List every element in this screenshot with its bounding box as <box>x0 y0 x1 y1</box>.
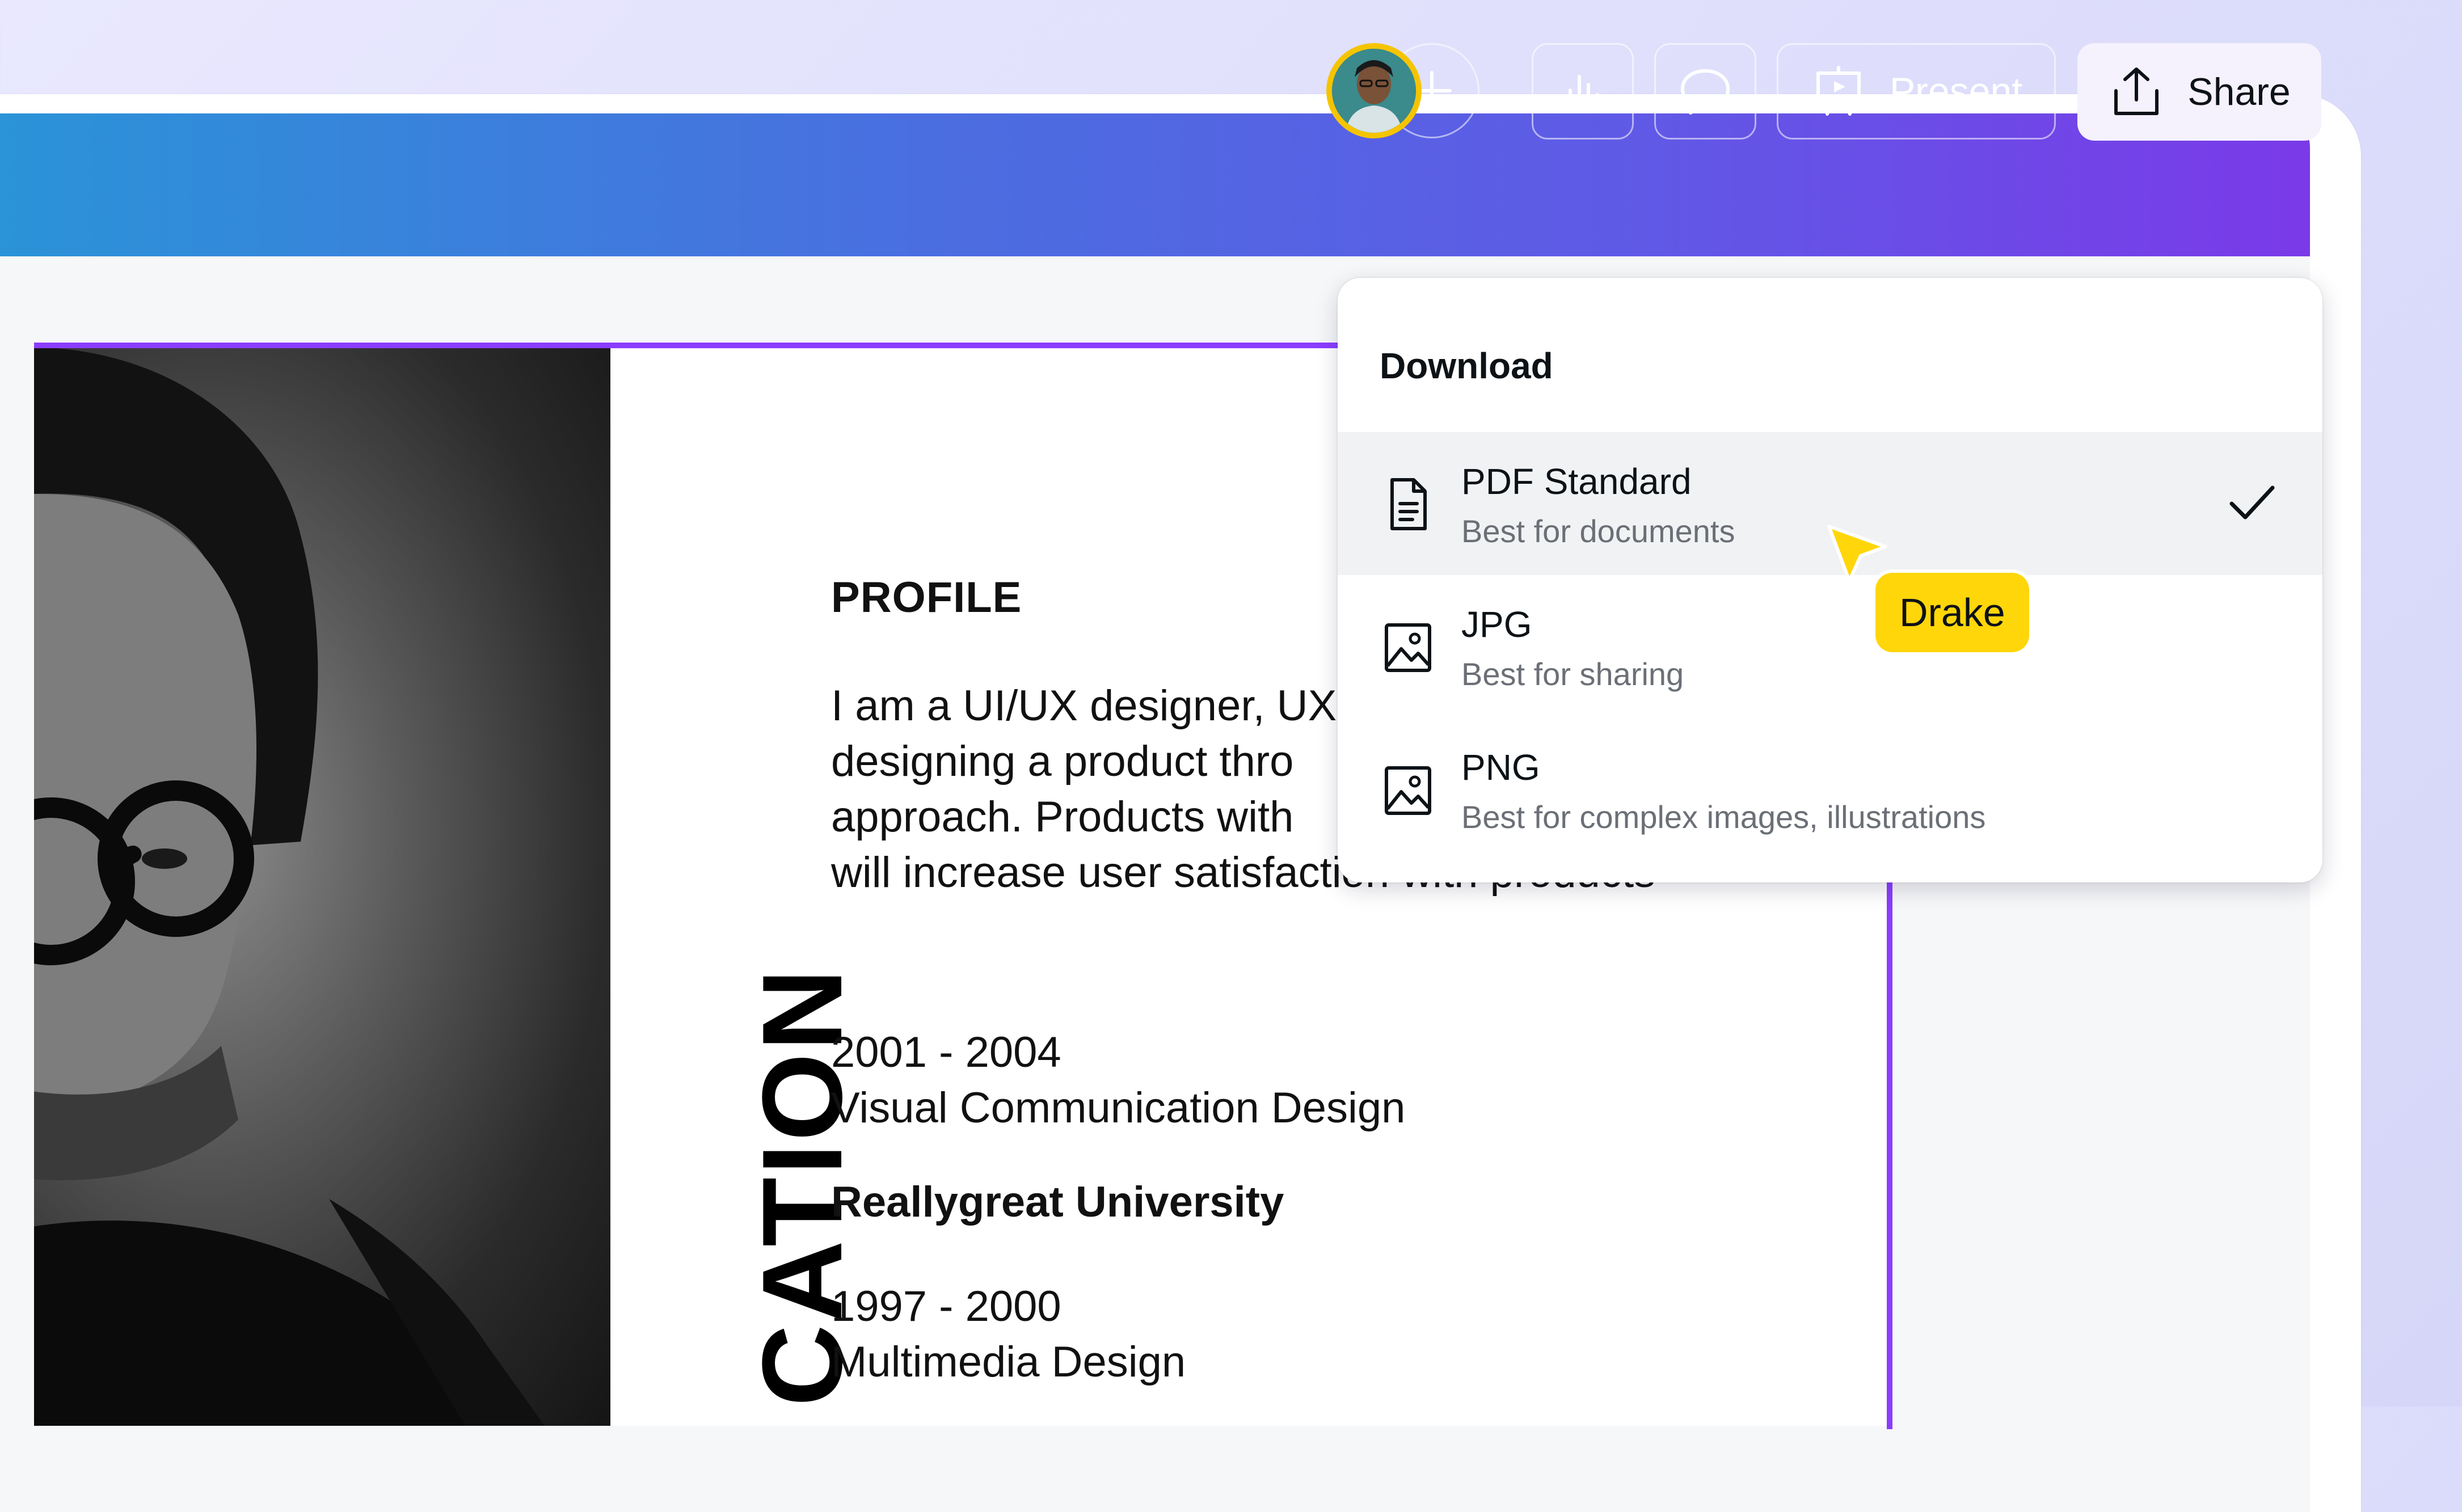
education-years[interactable]: 2001 - 2004 <box>831 1028 1061 1077</box>
image-icon <box>1385 766 1431 815</box>
page-selection-border-right <box>1887 862 1892 1429</box>
education-school[interactable]: Reallygreat University <box>831 1177 1284 1227</box>
download-option-jpg[interactable]: JPG Best for sharing <box>1338 575 2322 718</box>
share-button[interactable]: Share <box>2077 43 2321 141</box>
file-text-icon <box>1390 478 1427 530</box>
education-program[interactable]: Multimedia Design <box>831 1337 1186 1387</box>
download-option-label: PNG <box>1461 747 1540 788</box>
image-icon <box>1385 623 1431 672</box>
download-menu-title: Download <box>1380 345 1553 386</box>
download-option-label: JPG <box>1461 604 1532 645</box>
education-program[interactable]: Visual Communication Design <box>831 1083 1405 1133</box>
present-label: Present <box>1889 70 2023 113</box>
download-option-description: Best for documents <box>1461 513 1735 549</box>
insights-button[interactable] <box>1532 43 1634 140</box>
download-option-description: Best for complex images, illustrations <box>1461 799 1986 835</box>
upload-icon <box>2114 67 2159 115</box>
education-years[interactable]: 1997 - 2000 <box>831 1282 1061 1331</box>
download-option-label: PDF Standard <box>1461 461 1692 502</box>
avatar-photo <box>1332 49 1416 133</box>
portrait-photo[interactable] <box>34 348 610 1426</box>
share-label: Share <box>2187 70 2291 113</box>
comments-button[interactable] <box>1654 43 1756 140</box>
checkmark-icon <box>2229 485 2275 520</box>
page-selection-border-top <box>34 343 1430 348</box>
bar-chart-icon <box>1559 75 1606 113</box>
collaborator-name-tag: Drake <box>1875 573 2029 652</box>
present-button[interactable]: Present <box>1777 43 2056 140</box>
present-icon <box>1816 66 1861 116</box>
profile-heading[interactable]: PROFILE <box>831 573 1022 622</box>
download-option-png[interactable]: PNG Best for complex images, illustratio… <box>1338 718 2322 861</box>
user-avatar[interactable] <box>1326 43 1422 138</box>
comment-icon <box>1681 69 1730 115</box>
download-option-description: Best for sharing <box>1461 656 1684 692</box>
